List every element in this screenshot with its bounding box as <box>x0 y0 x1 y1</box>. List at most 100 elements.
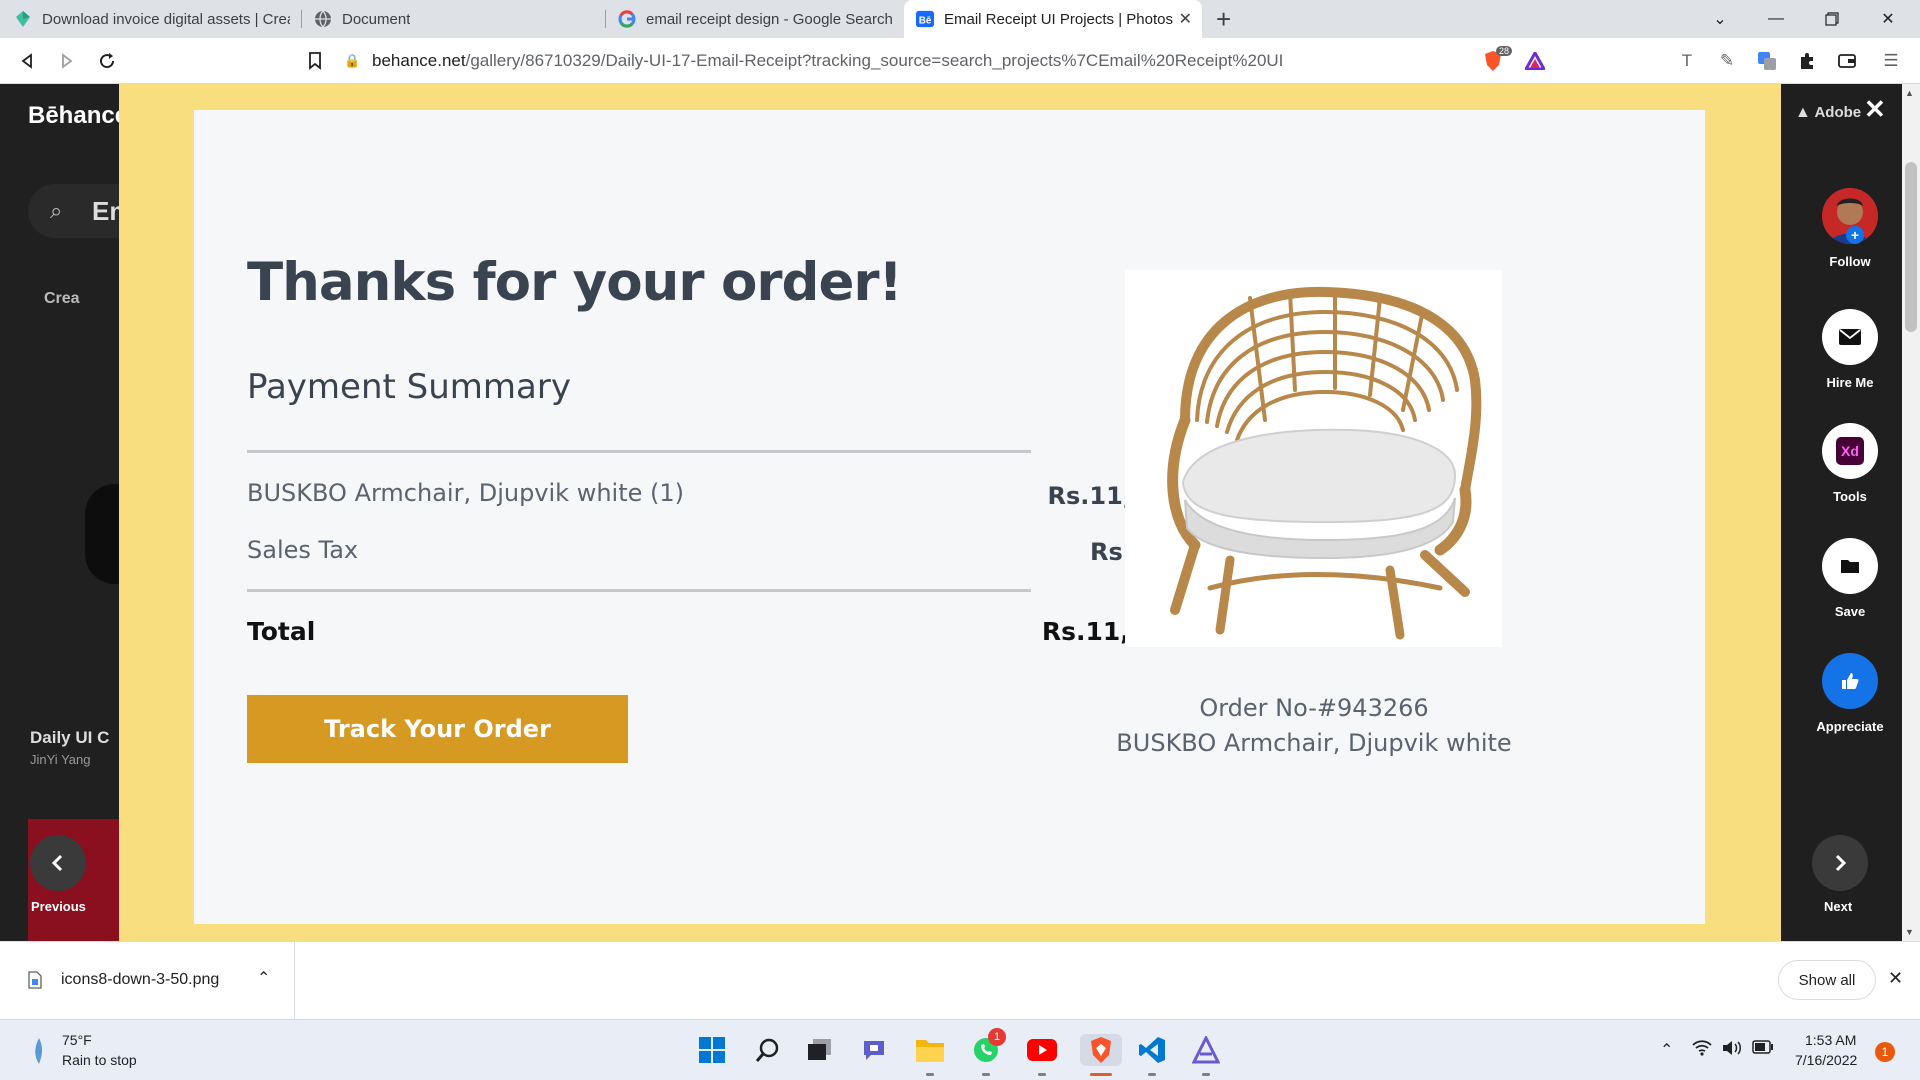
create-link[interactable]: Crea <box>44 290 80 308</box>
weather-description[interactable]: Rain to stop <box>62 1052 137 1068</box>
close-window-button[interactable]: ✕ <box>1860 0 1916 38</box>
translate-icon[interactable] <box>1756 50 1778 72</box>
scroll-down-arrow[interactable]: ▼ <box>1905 927 1914 937</box>
tab-document[interactable]: Document <box>302 0 606 38</box>
next-label[interactable]: Next <box>1824 899 1852 914</box>
behance-logo: Bēhance <box>28 102 129 129</box>
start-icon[interactable] <box>696 1034 728 1066</box>
reload-button[interactable] <box>92 46 122 76</box>
extensions-icon[interactable] <box>1796 50 1818 72</box>
brave-badge: 28 <box>1496 46 1513 56</box>
divider <box>247 450 1031 453</box>
wifi-icon[interactable] <box>1692 1040 1712 1061</box>
divider <box>247 589 1031 592</box>
tab-title: Download invoice digital assets | Crea <box>42 10 290 28</box>
previous-label[interactable]: Previous <box>31 899 86 914</box>
search-icon: ⌕ <box>50 198 63 223</box>
show-all-button[interactable]: Show all <box>1778 960 1876 1000</box>
url-host: behance.net <box>372 51 466 70</box>
chevron-up-icon[interactable]: ⌃ <box>257 968 270 988</box>
lock-icon: 🔒 <box>344 53 361 68</box>
behance-page: Bēhance ⌕ Em Crea Daily UI C JinYi Yang … <box>0 84 1920 941</box>
chevron-up-icon[interactable]: ⌃ <box>1660 1040 1673 1060</box>
clock-time[interactable]: 1:53 AM <box>1805 1032 1856 1048</box>
eyedropper-icon[interactable]: ✎ <box>1716 50 1738 72</box>
thumbs-up-icon[interactable] <box>1822 653 1878 709</box>
weather-icon[interactable] <box>32 1036 46 1071</box>
whatsapp-badge: 1 <box>988 1028 1006 1046</box>
total-label: Total <box>247 617 316 646</box>
hire-me-label: Hire Me <box>1826 375 1874 390</box>
task-view-icon[interactable] <box>804 1034 836 1066</box>
tab-search-icon[interactable]: ⌄ <box>1692 0 1748 38</box>
notification-badge[interactable]: 1 <box>1875 1042 1895 1062</box>
mail-icon[interactable] <box>1822 309 1878 365</box>
running-indicator <box>1202 1073 1210 1076</box>
browser-toolbar: 🔒 behance.net/gallery/86710329/Daily-UI-… <box>0 38 1920 84</box>
behance-icon: Bē <box>916 10 934 28</box>
track-order-button[interactable]: Track Your Order <box>247 695 628 763</box>
file-icon <box>28 971 42 994</box>
wallet-icon[interactable] <box>1836 50 1858 72</box>
menu-icon[interactable]: ☰ <box>1880 50 1902 72</box>
tab-invoice-assets[interactable]: Download invoice digital assets | Crea <box>2 0 302 38</box>
close-shelf-icon[interactable]: ✕ <box>1888 968 1903 989</box>
tools-action[interactable]: Xd Tools <box>1812 423 1888 504</box>
project-image-modal: Thanks for your order! Payment Summary B… <box>119 84 1781 941</box>
bookmark-icon[interactable] <box>300 46 330 76</box>
appreciate-label: Appreciate <box>1816 719 1884 734</box>
active-indicator <box>1090 1073 1112 1076</box>
download-shelf: icons8-down-3-50.png ⌃ Show all ✕ <box>0 941 1920 1020</box>
running-indicator <box>1038 1073 1046 1076</box>
background-author: JinYi Yang <box>30 752 91 767</box>
behance-background-left: Bēhance ⌕ Em Crea Daily UI C JinYi Yang <box>0 84 148 941</box>
scroll-up-arrow[interactable]: ▲ <box>1905 88 1914 98</box>
search-icon[interactable] <box>752 1034 784 1066</box>
hire-me-action[interactable]: Hire Me <box>1812 309 1888 390</box>
teams-chat-icon[interactable] <box>860 1034 892 1066</box>
background-project-title: Daily UI C <box>30 728 110 747</box>
file-explorer-icon[interactable] <box>914 1034 946 1066</box>
xd-badge: Xd <box>1836 437 1864 465</box>
tab-title: Email Receipt UI Projects | Photos <box>944 10 1173 28</box>
tab-google-search[interactable]: email receipt design - Google Search <box>606 0 904 38</box>
payment-summary-title: Payment Summary <box>247 367 571 407</box>
vscode-icon[interactable] <box>1136 1034 1168 1066</box>
receipt-headline: Thanks for your order! <box>247 252 903 313</box>
youtube-icon[interactable] <box>1026 1034 1058 1066</box>
tab-behance-active[interactable]: Bē Email Receipt UI Projects | Photos ✕ <box>904 0 1202 38</box>
back-button[interactable] <box>12 46 42 76</box>
close-modal-icon[interactable]: ✕ <box>1864 94 1886 125</box>
running-indicator <box>926 1073 934 1076</box>
weather-temperature[interactable]: 75°F <box>62 1032 92 1048</box>
folder-icon[interactable] <box>1822 538 1878 594</box>
next-arrow-icon[interactable] <box>1812 835 1868 891</box>
order-details: Order No-#943266 BUSKBO Armchair, Djupvi… <box>1109 691 1519 761</box>
running-indicator <box>982 1073 990 1076</box>
close-tab-icon[interactable]: ✕ <box>1179 9 1192 29</box>
text-extension-icon[interactable]: T <box>1676 50 1698 72</box>
brave-rewards-icon[interactable] <box>1524 50 1546 72</box>
save-action[interactable]: Save <box>1812 538 1888 619</box>
clock-date[interactable]: 7/16/2022 <box>1795 1052 1857 1068</box>
previous-arrow-icon[interactable] <box>30 835 86 891</box>
address-bar[interactable]: 🔒 behance.net/gallery/86710329/Daily-UI-… <box>344 45 1534 77</box>
appreciate-action[interactable]: Appreciate <box>1812 653 1888 734</box>
scrollbar-thumb[interactable] <box>1905 162 1917 332</box>
brave-shields-icon[interactable]: 28 <box>1482 46 1513 72</box>
forward-button[interactable] <box>52 46 82 76</box>
adobe-logo: ▲ Adobe <box>1795 104 1861 122</box>
adobe-xd-icon[interactable]: Xd <box>1822 423 1878 479</box>
battery-icon[interactable] <box>1752 1040 1774 1059</box>
app-icon[interactable] <box>1190 1034 1222 1066</box>
download-item[interactable]: icons8-down-3-50.png ⌃ <box>0 942 295 1020</box>
brave-browser-icon[interactable] <box>1080 1034 1122 1066</box>
whatsapp-icon[interactable]: 1 <box>970 1028 1006 1066</box>
diamond-icon <box>14 10 32 28</box>
volume-icon[interactable] <box>1722 1040 1742 1061</box>
restore-button[interactable] <box>1804 0 1860 38</box>
plus-icon[interactable]: + <box>1846 226 1864 244</box>
url-path: /gallery/86710329/Daily-UI-17-Email-Rece… <box>465 51 1284 70</box>
minimize-button[interactable]: — <box>1748 0 1804 38</box>
new-tab-button[interactable]: + <box>1216 4 1231 35</box>
